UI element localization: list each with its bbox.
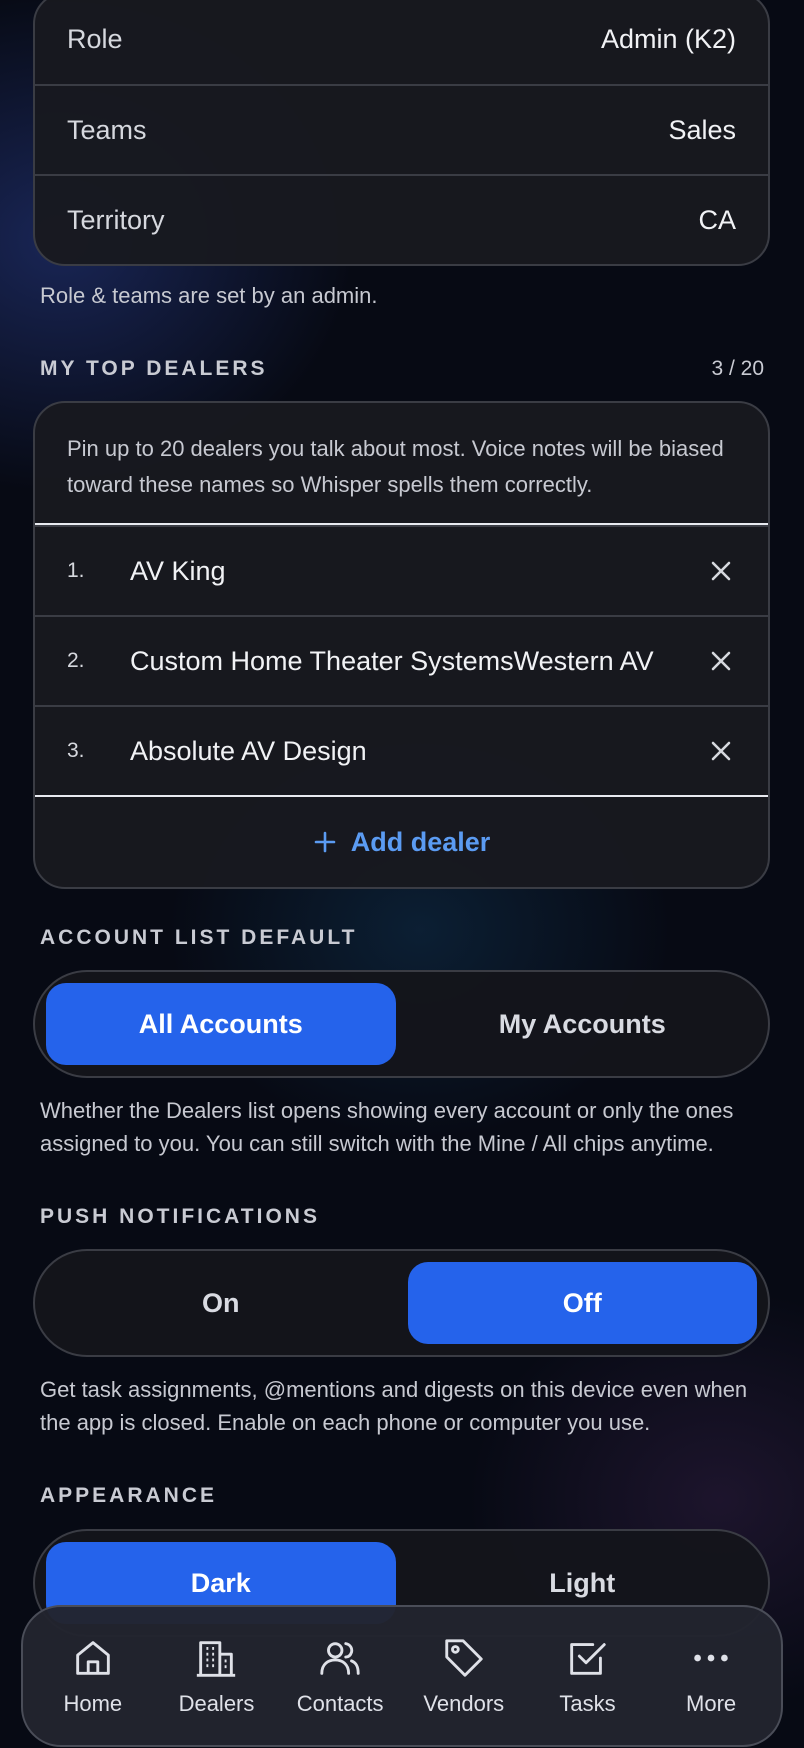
top-dealers-card: Pin up to 20 dealers you talk about most… xyxy=(33,401,770,889)
push-notifications-hint: Get task assignments, @mentions and dige… xyxy=(40,1377,748,1435)
tab-home[interactable]: Home xyxy=(34,1635,152,1717)
role-label: Role xyxy=(67,23,123,54)
tab-tasks-label: Tasks xyxy=(559,1691,616,1716)
add-dealer-label: Add dealer xyxy=(350,826,491,857)
plus-icon xyxy=(314,831,336,853)
tab-vendors-label: Vendors xyxy=(423,1691,505,1716)
settings-screen: Role Admin (K2) Teams Sales Territory CA… xyxy=(0,0,804,1748)
tab-dealers-label: Dealers xyxy=(178,1691,255,1716)
remove-dealer-button[interactable] xyxy=(706,736,736,766)
role-value: Admin (K2) xyxy=(600,23,736,54)
home-icon xyxy=(76,1641,110,1675)
tab-dealers[interactable]: Dealers xyxy=(157,1635,275,1717)
close-icon xyxy=(711,741,731,761)
add-dealer-button[interactable]: Add dealer xyxy=(35,795,768,887)
tab-home-label: Home xyxy=(63,1691,123,1716)
dealer-name: Custom Home Theater SystemsWestern AV xyxy=(130,645,654,676)
top-dealers-count: 3 / 20 xyxy=(711,357,764,380)
contacts-icon xyxy=(320,1642,360,1675)
tag-icon xyxy=(445,1639,483,1677)
tab-vendors[interactable]: Vendors xyxy=(405,1635,523,1717)
teams-row: Teams Sales xyxy=(35,84,768,174)
tab-contacts[interactable]: Contacts xyxy=(281,1635,399,1717)
checkbox-icon xyxy=(570,1643,607,1675)
push-notifications-toggle: On Off xyxy=(33,1249,770,1357)
dealer-row: 2. Custom Home Theater SystemsWestern AV xyxy=(35,615,768,705)
dealer-rank: 1. xyxy=(67,559,85,582)
tab-more[interactable]: More xyxy=(652,1635,770,1717)
teams-label: Teams xyxy=(67,114,147,145)
appearance-title: APPEARANCE xyxy=(40,1484,218,1507)
remove-dealer-button[interactable] xyxy=(706,556,736,586)
push-notifications-title: PUSH NOTIFICATIONS xyxy=(40,1205,320,1228)
my-accounts-option[interactable]: My Accounts xyxy=(408,983,758,1065)
bottom-tab-bar: Home Dealers Contacts Vendors Tasks More xyxy=(21,1605,783,1747)
role-row: Role Admin (K2) xyxy=(35,0,768,84)
tab-contacts-label: Contacts xyxy=(296,1691,384,1716)
dealer-rank: 2. xyxy=(67,649,85,672)
tab-more-label: More xyxy=(686,1691,737,1716)
dealer-rank: 3. xyxy=(67,739,85,762)
dealer-row: 3. Absolute AV Design xyxy=(35,705,768,795)
account-list-hint: Whether the Dealers list opens showing e… xyxy=(40,1098,734,1156)
dealer-name: AV King xyxy=(130,555,226,586)
teams-value: Sales xyxy=(668,114,736,145)
remove-dealer-button[interactable] xyxy=(706,646,736,676)
profile-card: Role Admin (K2) Teams Sales Territory CA xyxy=(33,0,770,266)
close-icon xyxy=(711,651,731,671)
more-icon xyxy=(694,1654,728,1662)
top-dealers-intro: Pin up to 20 dealers you talk about most… xyxy=(35,403,768,525)
territory-row: Territory CA xyxy=(35,174,768,264)
close-icon xyxy=(711,561,731,581)
dealer-row: 1. AV King xyxy=(35,525,768,615)
account-list-title: ACCOUNT LIST DEFAULT xyxy=(40,926,358,949)
territory-value: CA xyxy=(698,204,736,235)
building-icon xyxy=(197,1641,236,1677)
account-list-toggle: All Accounts My Accounts xyxy=(33,970,770,1078)
tab-tasks[interactable]: Tasks xyxy=(528,1635,646,1717)
all-accounts-option[interactable]: All Accounts xyxy=(46,983,396,1065)
push-off-option[interactable]: Off xyxy=(407,1262,757,1344)
top-dealers-title: MY TOP DEALERS xyxy=(40,357,268,380)
dealer-name: Absolute AV Design xyxy=(130,735,367,766)
push-on-option[interactable]: On xyxy=(46,1262,396,1344)
territory-label: Territory xyxy=(67,204,165,235)
profile-hint: Role & teams are set by an admin. xyxy=(40,283,378,308)
